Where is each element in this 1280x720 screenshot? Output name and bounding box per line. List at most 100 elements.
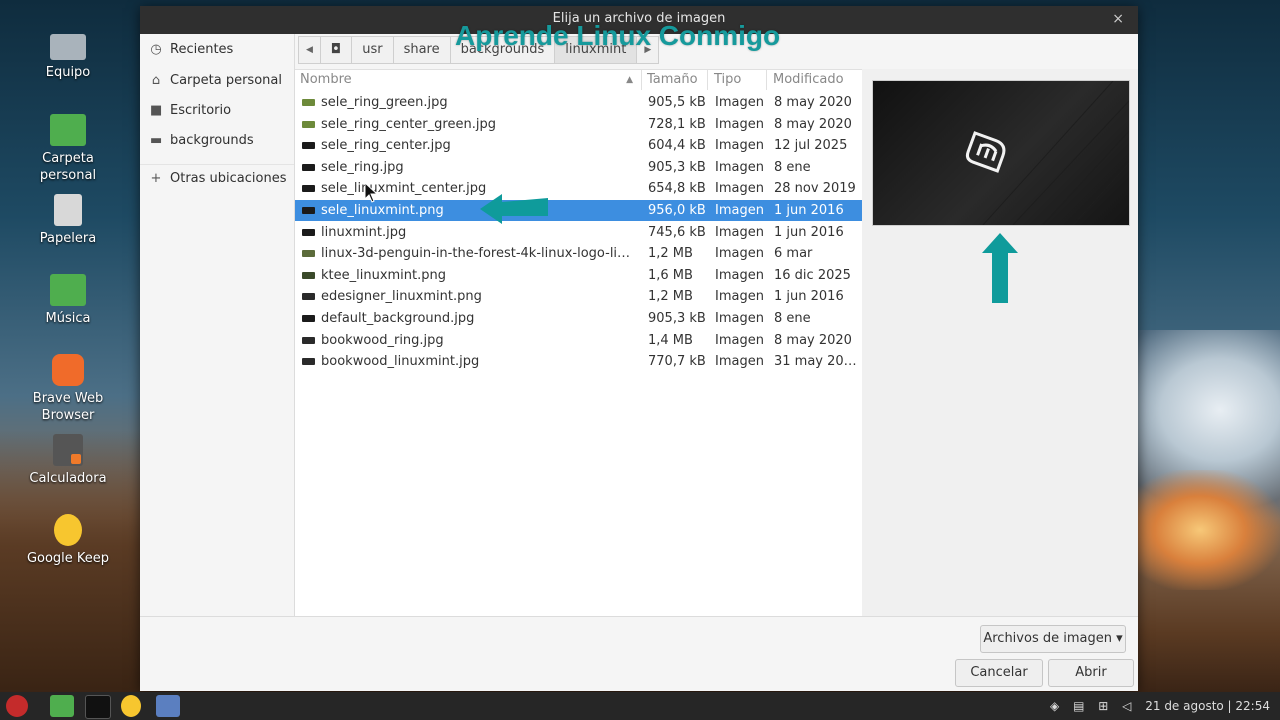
desktop-icon-brave[interactable]: Brave Web Browser — [20, 354, 116, 424]
file-type: Imagen — [715, 267, 764, 283]
desktop-icon-google-keep[interactable]: Google Keep — [20, 514, 116, 567]
file-row[interactable]: sele_ring_green.jpg 905,5 kB Imagen 8 may 2… — [295, 92, 862, 113]
path-segment-usr[interactable]: usr — [351, 36, 394, 64]
path-back-arrow-icon[interactable]: ◀ — [298, 36, 321, 64]
image-thumbnail-icon — [302, 185, 315, 193]
file-modified: 1 jun 2016 — [774, 289, 844, 305]
network-icon[interactable]: ⊞ — [1098, 699, 1108, 713]
column-header-modified[interactable]: Modificado — [768, 70, 862, 90]
file-type: Imagen — [715, 289, 764, 305]
desktop-icon-musica[interactable]: Música — [20, 274, 116, 327]
annotation-left-arrow — [480, 194, 548, 224]
image-thumbnail-icon — [302, 99, 315, 106]
sidebar-divider — [140, 164, 294, 165]
file-type: Imagen — [715, 138, 764, 154]
desktop-icon-calculadora[interactable]: Calculadora — [20, 434, 116, 487]
file-row[interactable]: linuxmint.jpg 745,6 kB Imagen 1 jun 2016 — [295, 222, 862, 243]
volume-icon[interactable]: ◁ — [1122, 699, 1131, 713]
image-thumbnail-icon — [302, 142, 315, 150]
file-row[interactable]: sele_ring_center.jpg 604,4 kB Imagen 12 jul… — [295, 135, 862, 156]
file-row[interactable]: default_background.jpg 905,3 kB Imagen 8 en… — [295, 308, 862, 329]
trash-icon — [54, 194, 82, 226]
file-modified: 8 ene — [774, 311, 811, 326]
menu-button-icon[interactable] — [6, 695, 28, 717]
close-icon[interactable]: × — [1112, 6, 1124, 32]
desktop-icon-papelera[interactable]: Papelera — [20, 194, 116, 247]
image-thumbnail-icon — [302, 207, 315, 214]
file-type: Imagen — [715, 181, 764, 197]
desktop-icon-label: Brave Web Browser — [32, 391, 104, 423]
desktop-icon-label: Papelera — [39, 231, 97, 246]
home-folder-icon — [50, 114, 86, 146]
file-row[interactable]: sele_linuxmint.png 956,0 kB Imagen 1 jun 20… — [295, 200, 862, 221]
cancel-button[interactable]: Cancelar — [955, 659, 1043, 687]
file-size: 1,2 MB — [648, 246, 693, 262]
shield-icon[interactable]: ◈ — [1050, 699, 1059, 713]
file-name: ktee_linuxmint.png — [321, 267, 447, 283]
file-name: edesigner_linuxmint.png — [321, 289, 482, 305]
file-name: linuxmint.jpg — [321, 224, 407, 240]
sidebar-item-label: backgrounds — [170, 133, 254, 148]
places-sidebar: ◷ Recientes ⌂ Carpeta personal ■ Escritorio… — [140, 34, 295, 616]
desktop-icon-label: Google Keep — [26, 551, 110, 566]
file-modified: 31 may 2016 — [774, 354, 860, 370]
home-icon: ⌂ — [151, 73, 161, 88]
image-thumbnail-icon — [302, 336, 315, 344]
google-keep-taskbar-icon[interactable] — [121, 695, 141, 717]
clock[interactable]: 21 de agosto | 22:54 — [1145, 699, 1270, 713]
file-row[interactable]: bookwood_linuxmint.jpg 770,7 kB Imagen 31 m… — [295, 351, 862, 372]
taskbar: ◈ ▤ ⊞ ◁ 21 de agosto | 22:54 — [0, 692, 1280, 720]
sidebar-item-recientes[interactable]: ◷ Recientes — [150, 38, 233, 62]
file-name: default_background.jpg — [321, 311, 475, 326]
files-app-icon[interactable] — [50, 695, 74, 717]
sidebar-item-carpeta-personal[interactable]: ⌂ Carpeta personal — [150, 69, 282, 93]
file-row[interactable]: linux-3d-penguin-in-the-forest-4k-linux-… — [295, 243, 862, 264]
printer-icon[interactable]: ▤ — [1073, 699, 1084, 713]
file-row[interactable]: bookwood_ring.jpg 1,4 MB Imagen 8 may 2020 — [295, 330, 862, 351]
wallpaper-sunset — [1120, 470, 1280, 590]
sidebar-item-otras-ubicaciones[interactable]: + Otras ubicaciones — [150, 167, 287, 191]
file-size: 905,3 kB — [648, 311, 706, 326]
terminal-icon[interactable] — [85, 695, 111, 719]
file-modified: 8 ene — [774, 159, 811, 175]
column-header-size[interactable]: Tamaño — [642, 70, 708, 90]
file-size: 770,7 kB — [648, 354, 706, 370]
file-type-filter-dropdown[interactable]: Archivos de imagen ▾ — [980, 625, 1126, 653]
annotation-up-arrow — [982, 233, 1018, 303]
open-button[interactable]: Abrir — [1048, 659, 1134, 687]
column-header-name[interactable]: Nombre ▲ — [295, 70, 642, 90]
file-row[interactable]: edesigner_linuxmint.png 1,2 MB Imagen 1 jun… — [295, 286, 862, 307]
file-chooser-dialog: Elija un archivo de imagen × ◷ Recientes … — [140, 6, 1138, 691]
desktop-icon-carpeta-personal[interactable]: Carpeta personal — [20, 114, 116, 184]
file-size: 1,6 MB — [648, 267, 693, 283]
column-header-label: Tamaño — [647, 72, 698, 87]
image-viewer-icon[interactable] — [156, 695, 180, 717]
folder-icon: ▬ — [150, 133, 163, 148]
desktop-icon-equipo[interactable]: Equipo — [20, 32, 116, 81]
mouse-cursor-icon — [365, 183, 379, 203]
file-modified: 1 jun 2016 — [774, 224, 844, 240]
file-name: sele_ring_center_green.jpg — [321, 116, 496, 132]
file-name: sele_linuxmint.png — [321, 203, 444, 218]
file-size: 1,2 MB — [648, 289, 693, 305]
file-row[interactable]: sele_linuxmint_center.jpg 654,8 kB Imagen 2… — [295, 178, 862, 199]
system-tray: ◈ ▤ ⊞ ◁ 21 de agosto | 22:54 — [1040, 692, 1270, 720]
sidebar-item-label: Recientes — [170, 42, 234, 57]
sidebar-item-escritorio[interactable]: ■ Escritorio — [150, 99, 231, 123]
file-type: Imagen — [715, 332, 764, 348]
file-row[interactable]: ktee_linuxmint.png 1,6 MB Imagen 16 dic 202… — [295, 265, 862, 286]
desktop-icon-label: Música — [45, 311, 91, 326]
sidebar-item-label: Carpeta personal — [170, 73, 282, 88]
dialog-action-area: Archivos de imagen ▾ Cancelar Abrir — [140, 616, 1138, 691]
column-header-type[interactable]: Tipo — [709, 70, 767, 90]
image-thumbnail-icon — [302, 315, 315, 322]
file-type: Imagen — [715, 224, 764, 240]
file-name: linux-3d-penguin-in-the-forest-4k-linux-… — [321, 246, 635, 262]
lightbulb-icon — [54, 514, 82, 546]
file-modified: 8 may 2020 — [774, 116, 852, 132]
sidebar-item-backgrounds[interactable]: ▬ backgrounds — [150, 129, 254, 153]
file-row[interactable]: sele_ring.jpg 905,3 kB Imagen 8 ene — [295, 157, 862, 178]
path-segment-share[interactable]: share — [392, 36, 451, 64]
file-row[interactable]: sele_ring_center_green.jpg 728,1 kB Imagen… — [295, 114, 862, 135]
path-root-disk-icon[interactable]: ◘ — [319, 36, 353, 64]
